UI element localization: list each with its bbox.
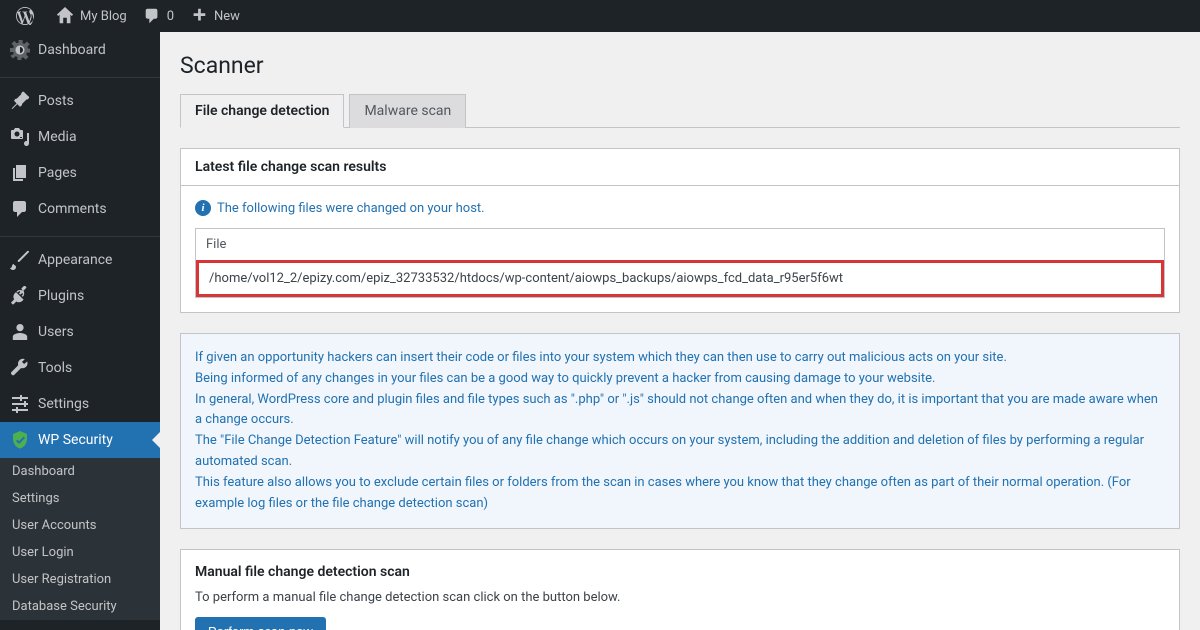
sidebar-item-media[interactable]: Media (0, 119, 160, 155)
scan-results-title: Latest file change scan results (195, 159, 1165, 175)
wordpress-icon (16, 7, 34, 25)
sidebar-label: Users (38, 324, 74, 340)
sidebar-item-users[interactable]: Users (0, 314, 160, 350)
info-line-1: If given an opportunity hackers can inse… (195, 348, 1165, 369)
plus-icon (190, 7, 208, 25)
sidebar-label: Comments (38, 201, 107, 217)
site-name-link[interactable]: My Blog (48, 0, 135, 32)
pin-icon (10, 91, 30, 111)
plug-icon (10, 286, 30, 306)
submenu-settings[interactable]: Settings (0, 485, 160, 512)
sliders-icon (10, 394, 30, 414)
media-icon (10, 127, 30, 147)
sidebar-item-wp-security[interactable]: WP Security (0, 422, 160, 458)
page-title: Scanner (180, 32, 1180, 94)
scan-results-body: i The following files were changed on yo… (181, 186, 1179, 312)
comments-link[interactable]: 0 (135, 0, 182, 32)
sidebar-item-posts[interactable]: Posts (0, 83, 160, 119)
sidebar-label: Settings (38, 396, 89, 412)
main-layout: Dashboard Posts Media Pages Comments (0, 32, 1200, 630)
dashboard-icon (10, 40, 30, 60)
home-icon (56, 7, 74, 25)
main-content: Scanner File change detection Malware sc… (160, 32, 1200, 630)
info-line-2: Being informed of any changes in your fi… (195, 369, 1165, 390)
comment-icon (143, 7, 161, 25)
info-line-5: This feature also allows you to exclude … (195, 473, 1165, 515)
sidebar-label: Plugins (38, 288, 84, 304)
submenu-user-registration[interactable]: User Registration (0, 566, 160, 593)
scan-results-header: Latest file change scan results (181, 149, 1179, 186)
comments-count-text: 0 (167, 9, 174, 24)
sidebar-label: Appearance (38, 252, 112, 268)
sidebar-item-tools[interactable]: Tools (0, 350, 160, 386)
sidebar-separator (0, 73, 160, 78)
wp-security-submenu: Dashboard Settings User Accounts User Lo… (0, 458, 160, 620)
perform-scan-button[interactable]: Perform scan now (195, 617, 326, 630)
info-line-3: In general, WordPress core and plugin fi… (195, 390, 1165, 432)
new-content-text: New (214, 9, 240, 24)
file-table: File /home/vol12_2/epizy.com/epiz_327335… (195, 228, 1165, 298)
changed-files-notice: i The following files were changed on yo… (195, 200, 1165, 216)
wrench-icon (10, 358, 30, 378)
sidebar-item-pages[interactable]: Pages (0, 155, 160, 191)
admin-bar: My Blog 0 New (0, 0, 1200, 32)
admin-sidebar: Dashboard Posts Media Pages Comments (0, 32, 160, 630)
page-icon (10, 163, 30, 183)
sidebar-menu: Dashboard Posts Media Pages Comments (0, 32, 160, 620)
submenu-user-accounts[interactable]: User Accounts (0, 512, 160, 539)
shield-icon (10, 430, 30, 450)
file-table-row: /home/vol12_2/epizy.com/epiz_32733532/ht… (196, 260, 1164, 297)
new-content-link[interactable]: New (182, 0, 248, 32)
sidebar-item-appearance[interactable]: Appearance (0, 242, 160, 278)
sidebar-label: WP Security (38, 432, 113, 448)
tab-file-change-detection[interactable]: File change detection (180, 94, 344, 128)
sidebar-label: Pages (38, 165, 77, 181)
submenu-dashboard[interactable]: Dashboard (0, 458, 160, 485)
site-name-text: My Blog (80, 9, 127, 24)
wp-logo[interactable] (8, 0, 48, 32)
sidebar-item-plugins[interactable]: Plugins (0, 278, 160, 314)
submenu-database-security[interactable]: Database Security (0, 593, 160, 620)
sidebar-label: Dashboard (38, 42, 106, 58)
submenu-user-login[interactable]: User Login (0, 539, 160, 566)
sidebar-label: Posts (38, 93, 74, 109)
file-table-header: File (196, 229, 1164, 260)
sidebar-item-dashboard[interactable]: Dashboard (0, 32, 160, 68)
info-line-4: The "File Change Detection Feature" will… (195, 431, 1165, 473)
brush-icon (10, 250, 30, 270)
sidebar-item-settings[interactable]: Settings (0, 386, 160, 422)
scan-results-box: Latest file change scan results i The fo… (180, 148, 1180, 313)
tab-nav: File change detection Malware scan (180, 94, 1180, 128)
user-icon (10, 322, 30, 342)
notice-text: The following files were changed on your… (217, 201, 485, 216)
sidebar-item-comments[interactable]: Comments (0, 191, 160, 227)
sidebar-label: Media (38, 129, 77, 145)
sidebar-separator (0, 232, 160, 237)
tab-malware-scan[interactable]: Malware scan (349, 94, 466, 128)
feature-info-panel: If given an opportunity hackers can inse… (180, 333, 1180, 529)
info-icon: i (195, 200, 211, 216)
comments-icon (10, 199, 30, 219)
manual-scan-box: Manual file change detection scan To per… (180, 549, 1180, 630)
manual-scan-text: To perform a manual file change detectio… (195, 590, 1165, 605)
manual-scan-heading: Manual file change detection scan (195, 564, 1165, 580)
sidebar-label: Tools (38, 360, 72, 376)
